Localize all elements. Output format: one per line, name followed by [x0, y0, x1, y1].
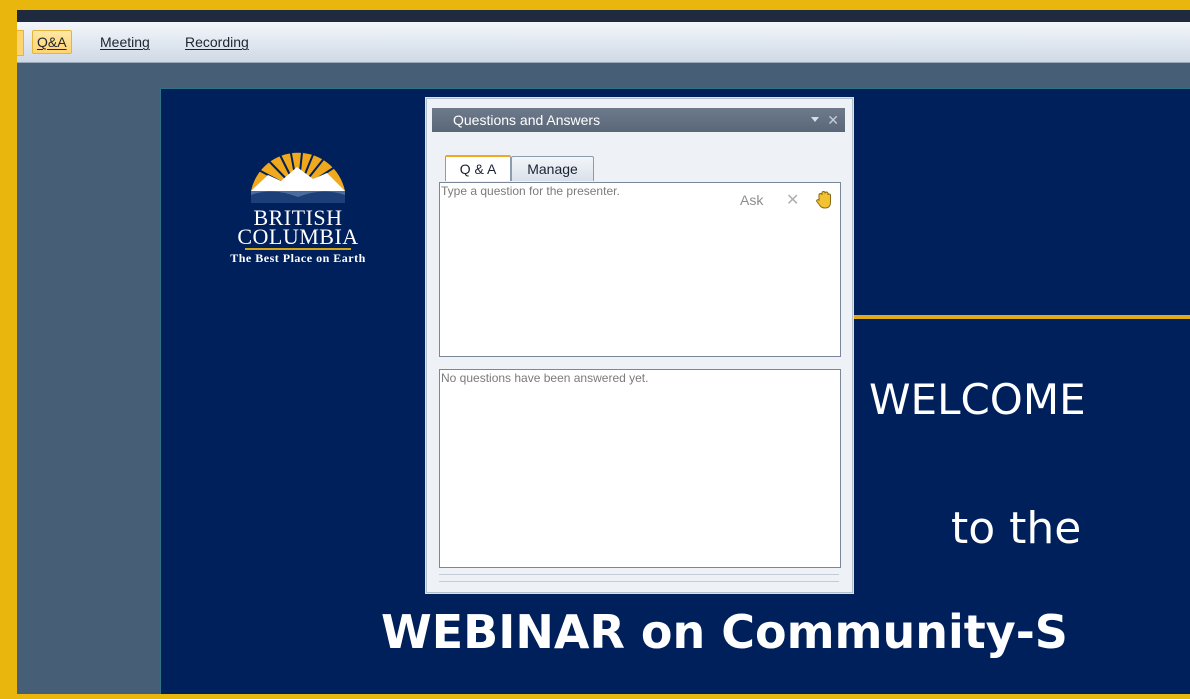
logo-tagline: The Best Place on Earth — [230, 251, 366, 265]
tab-qa[interactable]: Q & A — [445, 155, 511, 181]
question-placeholder: Type a question for the presenter. — [441, 184, 620, 198]
logo-line-columbia: COLUMBIA — [237, 224, 359, 249]
bc-logo: BRITISH COLUMBIA The Best Place on Earth — [193, 117, 403, 277]
sun-mountains-icon — [251, 142, 345, 203]
frame-left-bar — [7, 10, 17, 694]
answered-empty-text: No questions have been answered yet. — [441, 371, 649, 385]
qa-panel-titlebar[interactable]: Questions and Answers ✕ — [432, 108, 845, 132]
slide-webinar-title: WEBINAR on Community-S — [381, 605, 1068, 659]
dropdown-arrow-icon[interactable] — [811, 117, 819, 122]
menu-item-meeting[interactable]: Meeting — [96, 30, 154, 54]
menu-bar: Q&A Meeting Recording — [17, 22, 1190, 63]
clear-icon[interactable]: ✕ — [786, 190, 799, 210]
answered-questions-list[interactable]: No questions have been answered yet. — [439, 369, 841, 568]
menu-item-qa[interactable]: Q&A — [32, 30, 72, 54]
close-icon[interactable]: ✕ — [827, 108, 839, 132]
slide-to-the: to the — [951, 503, 1082, 554]
logo-divider — [245, 248, 351, 250]
qa-panel-title: Questions and Answers — [453, 112, 601, 128]
qa-panel: Questions and Answers ✕ Q & A Manage Typ… — [426, 98, 853, 593]
question-input[interactable]: Type a question for the presenter. Ask ✕ — [439, 182, 841, 357]
menu-item-recording[interactable]: Recording — [181, 30, 253, 54]
slide-gold-rule — [851, 315, 1190, 319]
ask-button[interactable]: Ask — [740, 192, 763, 208]
panel-resize-grip[interactable] — [439, 574, 839, 582]
slide-welcome: WELCOME — [869, 375, 1086, 424]
tab-manage[interactable]: Manage — [511, 156, 594, 181]
raise-hand-icon[interactable] — [815, 190, 833, 210]
menu-item-previous[interactable] — [17, 30, 24, 56]
